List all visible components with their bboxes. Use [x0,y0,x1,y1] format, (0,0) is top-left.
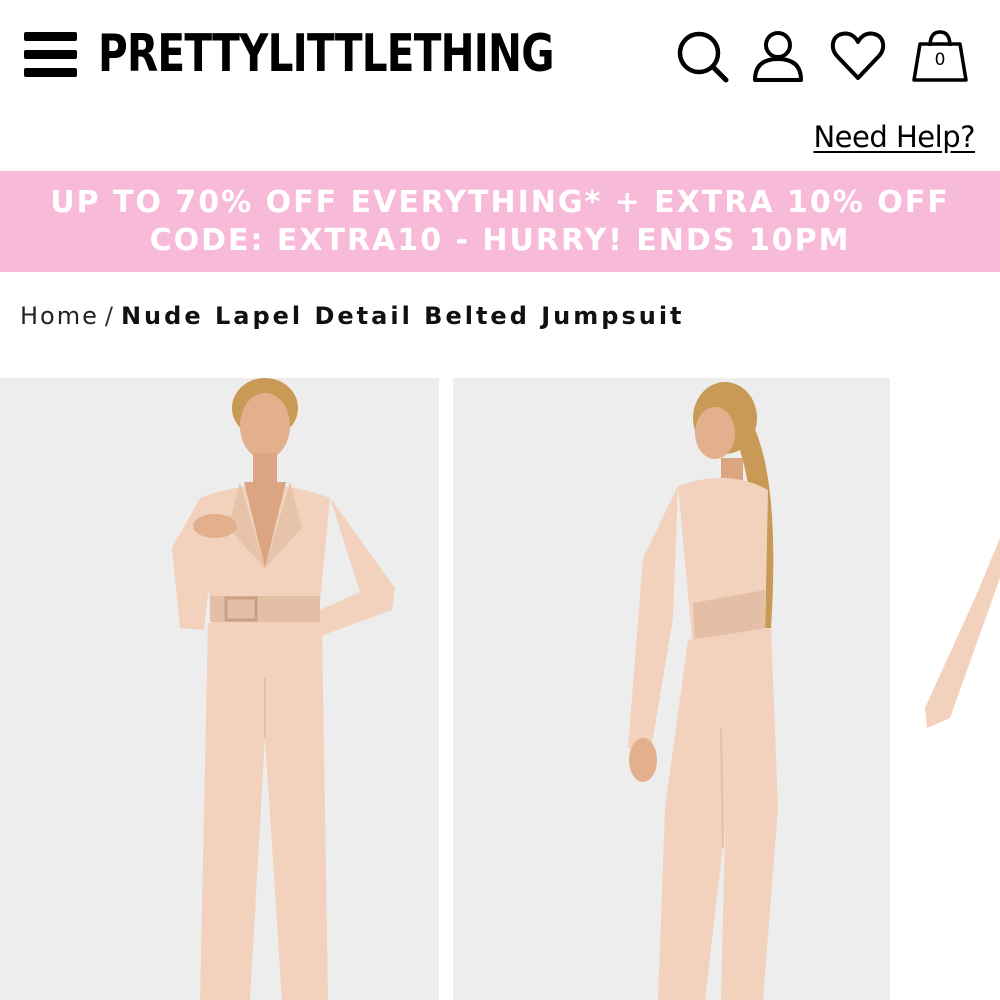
product-image-next[interactable] [905,378,1000,1000]
site-header: PRETTYLITTLETHING 0 [0,0,1000,110]
breadcrumb: Home / Nude Lapel Detail Belted Jumpsuit [20,302,685,330]
bag-icon[interactable]: 0 [912,28,968,84]
menu-icon[interactable] [24,32,77,78]
breadcrumb-current: Nude Lapel Detail Belted Jumpsuit [120,302,685,330]
heart-icon[interactable] [830,28,886,84]
promo-text: UP TO 70% OFF EVERYTHING* + EXTRA 10% OF… [50,184,950,258]
promo-banner[interactable]: UP TO 70% OFF EVERYTHING* + EXTRA 10% OF… [0,171,1000,272]
breadcrumb-separator: / [104,302,115,330]
breadcrumb-home-link[interactable]: Home [20,302,99,330]
need-help-link[interactable]: Need Help? [813,120,975,154]
product-image-back[interactable] [453,378,890,1000]
site-logo[interactable]: PRETTYLITTLETHING [98,24,555,84]
product-gallery[interactable] [0,378,1000,1000]
account-icon[interactable] [750,28,806,84]
product-image-front[interactable] [0,378,439,1000]
bag-count: 0 [934,50,946,70]
search-icon[interactable] [674,28,730,84]
